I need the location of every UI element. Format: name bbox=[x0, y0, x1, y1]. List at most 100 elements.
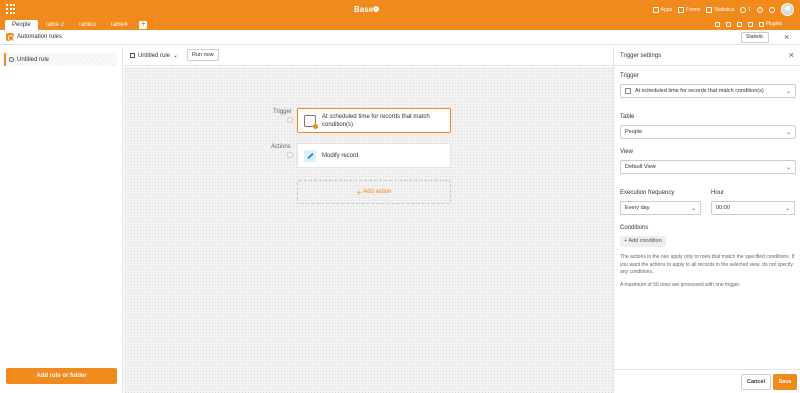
dialog-title: Automation rules bbox=[17, 34, 63, 40]
chevron-down-icon: ⌄ bbox=[784, 206, 790, 212]
trigger-select[interactable]: At scheduled time for records that match… bbox=[620, 84, 796, 98]
rule-editor: Untitled rule ⌄ Run now Trigger Actions … bbox=[124, 46, 613, 393]
trigger-settings-panel: Trigger settings × Trigger At scheduled … bbox=[613, 46, 800, 393]
rule-icon bbox=[130, 53, 135, 58]
forms-icon bbox=[678, 6, 685, 13]
statistic-label: Statistic bbox=[746, 34, 764, 40]
trigger-label: Trigger bbox=[273, 109, 292, 115]
apps-grid-icon[interactable] bbox=[6, 4, 16, 14]
panel-header: Trigger settings × bbox=[614, 46, 800, 66]
frequency-field-label: Execution frequency bbox=[620, 190, 675, 196]
avatar[interactable] bbox=[781, 3, 794, 16]
frequency-select-value: Every day bbox=[625, 205, 650, 211]
close-icon[interactable]: × bbox=[789, 50, 794, 60]
table-view-icon[interactable] bbox=[736, 21, 742, 27]
tab-table4[interactable]: Table4 bbox=[103, 20, 135, 30]
header-tools: Apps Forms Statistics 1 ? bbox=[652, 3, 794, 16]
statistics-button[interactable]: Statistics bbox=[706, 6, 735, 13]
forms-button[interactable]: Forms bbox=[678, 6, 701, 13]
dialog-header: Automation rules Statistic × bbox=[0, 30, 800, 45]
view-select-value: Default View bbox=[625, 164, 656, 170]
add-table-icon[interactable]: + bbox=[139, 21, 148, 29]
statistics-icon bbox=[706, 6, 713, 13]
frequency-select[interactable]: Every day ⌄ bbox=[620, 201, 701, 215]
connector-dot bbox=[287, 117, 293, 123]
conditions-help-text: The actions in the rule apply only to ro… bbox=[620, 254, 795, 275]
trigger-select-value: At scheduled time for records that match… bbox=[635, 88, 764, 94]
chevron-down-icon: ⌄ bbox=[690, 206, 696, 212]
table-field-label: Table bbox=[620, 114, 635, 120]
app-header: Base i Apps Forms Statistics 1 ? People … bbox=[0, 0, 800, 30]
trigger-node[interactable]: At scheduled time for records that match… bbox=[297, 108, 451, 133]
plugins-icon bbox=[758, 21, 764, 27]
collaborators-count: 1 bbox=[748, 6, 751, 13]
base-title: Base bbox=[354, 5, 374, 14]
automation-icon bbox=[6, 33, 14, 41]
plus-icon: + bbox=[356, 187, 362, 197]
view-select[interactable]: Default View ⌄ bbox=[620, 160, 796, 174]
add-action-button[interactable]: + Add action bbox=[297, 180, 451, 204]
scheduled-trigger-icon bbox=[625, 88, 631, 94]
bell-icon[interactable] bbox=[769, 6, 775, 13]
tab-people[interactable]: People bbox=[5, 20, 38, 30]
help-icon[interactable]: ? bbox=[757, 6, 763, 13]
tab-table-2[interactable]: Table 2 bbox=[38, 20, 71, 30]
max-rows-note: A maximum of 50 rows are processed with … bbox=[620, 282, 741, 288]
rule-item-label: Untitled rule bbox=[17, 56, 50, 63]
forms-label: Forms bbox=[686, 6, 701, 13]
trigger-field-label: Trigger bbox=[620, 73, 639, 79]
actions-label: Actions bbox=[271, 144, 291, 150]
layout-icon[interactable] bbox=[725, 21, 731, 27]
connector-dot bbox=[287, 152, 293, 158]
rules-sidebar: Untitled rule Add rule or folder bbox=[0, 46, 123, 393]
table-select[interactable]: People ⌄ bbox=[620, 125, 796, 139]
rule-toolbar: Untitled rule ⌄ Run now bbox=[124, 46, 613, 66]
rule-name: Untitled rule bbox=[138, 52, 171, 59]
chevron-down-icon: ⌄ bbox=[173, 53, 179, 59]
add-rule-button[interactable]: Add rule or folder bbox=[6, 368, 117, 384]
info-icon[interactable]: i bbox=[373, 6, 379, 12]
automation-dialog: Automation rules Statistic × Untitled ru… bbox=[0, 30, 800, 393]
view-field-label: View bbox=[620, 149, 633, 155]
undo-icon[interactable] bbox=[714, 21, 720, 27]
panel-title: Trigger settings bbox=[620, 53, 662, 59]
users-icon bbox=[740, 6, 747, 13]
scheduled-trigger-icon bbox=[304, 114, 318, 129]
close-icon[interactable]: × bbox=[784, 32, 789, 42]
statistic-button[interactable]: Statistic bbox=[741, 32, 769, 43]
hour-select[interactable]: 00:00 ⌄ bbox=[711, 201, 795, 215]
table-select-value: People bbox=[625, 129, 643, 135]
add-condition-button[interactable]: + Add condition bbox=[620, 236, 666, 247]
apps-icon bbox=[652, 6, 659, 13]
add-action-label: Add action bbox=[363, 189, 392, 195]
save-button[interactable]: Save bbox=[773, 374, 797, 390]
action-node[interactable]: Modify record bbox=[297, 143, 451, 168]
chevron-down-icon: ⌄ bbox=[785, 165, 791, 171]
statistics-label: Statistics bbox=[714, 6, 735, 13]
clock-icon bbox=[9, 57, 14, 62]
trigger-node-text: At scheduled time for records that match… bbox=[322, 113, 430, 129]
hour-select-value: 00:00 bbox=[716, 205, 730, 211]
table-tools: Plugins bbox=[714, 21, 782, 27]
panel-footer: Cancel Save bbox=[614, 369, 800, 393]
conditions-field-label: Conditions bbox=[620, 225, 649, 231]
workflow-canvas: Trigger Actions At scheduled time for re… bbox=[124, 67, 613, 393]
settings-icon[interactable] bbox=[747, 21, 753, 27]
hour-field-label: Hour bbox=[711, 190, 725, 196]
collaborators-button[interactable]: 1 bbox=[740, 6, 751, 13]
trigger-node-line2: condition(s) bbox=[322, 121, 354, 128]
action-node-text: Modify record bbox=[322, 152, 359, 159]
run-now-button[interactable]: Run now bbox=[187, 49, 219, 61]
tab-table3[interactable]: Table3 bbox=[71, 20, 103, 30]
chevron-down-icon: ⌄ bbox=[785, 89, 791, 95]
rule-item[interactable]: Untitled rule bbox=[4, 53, 117, 66]
plugins-button[interactable]: Plugins bbox=[758, 21, 782, 27]
rule-name-dropdown[interactable]: Untitled rule ⌄ bbox=[130, 52, 178, 59]
cancel-button[interactable]: Cancel bbox=[741, 374, 772, 390]
plugins-label: Plugins bbox=[765, 21, 782, 27]
trigger-node-line1: At scheduled time for records that match bbox=[322, 113, 430, 120]
chevron-down-icon: ⌄ bbox=[785, 130, 791, 136]
apps-button[interactable]: Apps bbox=[652, 6, 672, 13]
table-tabs: People Table 2 Table3 Table4 + bbox=[5, 19, 148, 30]
add-condition-label: Add condition bbox=[628, 238, 662, 244]
